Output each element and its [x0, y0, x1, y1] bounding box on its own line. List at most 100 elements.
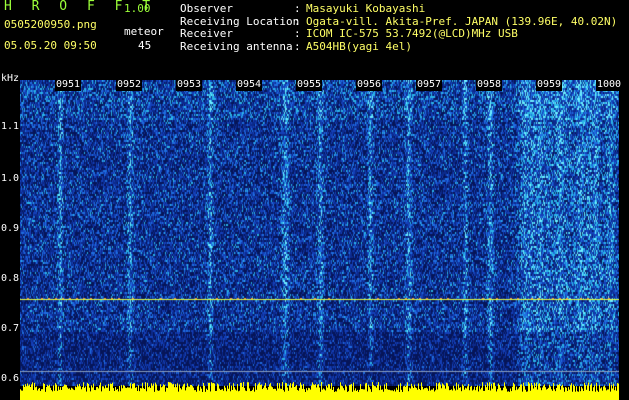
amplitude-bar	[231, 385, 232, 400]
amplitude-bar	[599, 384, 600, 400]
amplitude-bar	[358, 391, 359, 400]
amplitude-bar	[473, 389, 474, 400]
amplitude-bar	[432, 389, 433, 400]
amplitude-bar	[236, 390, 237, 400]
amplitude-bar	[463, 385, 464, 400]
amplitude-bar	[74, 390, 75, 400]
amplitude-bar	[525, 389, 526, 400]
amplitude-bar	[338, 387, 339, 400]
amplitude-bar	[206, 388, 207, 400]
amplitude-bar	[523, 382, 524, 400]
amplitude-bar	[36, 386, 37, 400]
spectrogram	[20, 80, 619, 386]
amplitude-bar	[549, 384, 550, 400]
amplitude-bar	[250, 391, 251, 400]
image-filename: 0505200950.png	[4, 18, 97, 31]
amplitude-bar	[545, 387, 546, 400]
amplitude-bar	[212, 383, 213, 400]
amplitude-bar	[501, 390, 502, 400]
amplitude-bar	[415, 387, 416, 400]
amplitude-bar	[364, 389, 365, 400]
amplitude-bar	[107, 387, 108, 400]
amplitude-bar	[485, 384, 486, 400]
amplitude-bar	[99, 385, 100, 400]
amplitude-bar	[40, 391, 41, 400]
amplitude-bar	[139, 391, 140, 400]
amplitude-bar	[282, 382, 283, 400]
amplitude-bar	[608, 389, 609, 400]
amplitude-bar	[456, 382, 457, 400]
amplitude-bar	[134, 383, 135, 400]
amplitude-bar	[103, 386, 104, 400]
time-tick: 0956	[356, 79, 383, 91]
amplitude-bar	[47, 384, 48, 400]
amplitude-bar	[443, 384, 444, 400]
amplitude-bar	[411, 383, 412, 400]
amplitude-bar	[348, 391, 349, 400]
amplitude-bar	[606, 390, 607, 400]
amplitude-bar	[570, 385, 571, 400]
amplitude-bar	[270, 383, 271, 400]
amplitude-bar	[121, 385, 122, 400]
amplitude-bar	[322, 389, 323, 400]
amplitude-bar	[331, 382, 332, 400]
amplitude-bar	[230, 391, 231, 400]
amplitude-bar	[585, 385, 586, 400]
amplitude-bar	[461, 391, 462, 400]
amplitude-bar	[375, 386, 376, 400]
amplitude-bar	[220, 390, 221, 400]
amplitude-bar	[68, 388, 69, 400]
amplitude-bar	[351, 383, 352, 400]
amplitude-bar	[66, 385, 67, 400]
amplitude-bar	[102, 386, 103, 400]
capture-datetime: 05.05.20 09:50	[4, 39, 97, 52]
amplitude-bar	[329, 384, 330, 400]
amplitude-bar	[360, 384, 361, 400]
amplitude-bar	[296, 384, 297, 400]
frequency-tick: 0.8	[1, 273, 20, 284]
amplitude-bar	[350, 384, 351, 400]
amplitude-bar	[127, 387, 128, 400]
amplitude-bar	[300, 382, 301, 400]
amplitude-bar	[274, 388, 275, 400]
amplitude-bar	[143, 388, 144, 400]
amplitude-bar	[529, 383, 530, 400]
amplitude-bar	[409, 387, 410, 400]
amplitude-bar	[229, 382, 230, 400]
amplitude-bar	[603, 386, 604, 400]
amplitude-bar	[56, 384, 57, 400]
amplitude-bar	[369, 387, 370, 400]
amplitude-bar	[417, 389, 418, 400]
amplitude-bar	[421, 382, 422, 400]
amplitude-bar	[502, 390, 503, 400]
amplitude-bar	[156, 384, 157, 400]
amplitude-bar	[225, 387, 226, 400]
amplitude-bar	[357, 389, 358, 400]
amplitude-bar	[82, 387, 83, 400]
amplitude-bar	[534, 382, 535, 400]
amplitude-bar	[604, 385, 605, 400]
amplitude-bar	[39, 387, 40, 400]
amplitude-bar	[297, 389, 298, 400]
amplitude-bar	[180, 388, 181, 400]
amplitude-bar	[442, 383, 443, 400]
amplitude-bar	[190, 384, 191, 400]
amplitude-bar	[86, 391, 87, 400]
amplitude-bar	[476, 387, 477, 400]
amplitude-bar	[566, 387, 567, 400]
amplitude-bar	[400, 383, 401, 400]
amplitude-bar	[345, 384, 346, 400]
amplitude-bar	[207, 389, 208, 400]
info-row-observer: Observer : Masayuki Kobayashi	[180, 2, 617, 16]
amplitude-bar	[362, 389, 363, 400]
amplitude-bar	[438, 383, 439, 400]
amplitude-bar	[422, 386, 423, 400]
amplitude-bar	[542, 387, 543, 400]
amplitude-bar	[359, 389, 360, 400]
amplitude-bar	[512, 386, 513, 400]
amplitude-bar	[428, 390, 429, 400]
time-tick: 0951	[55, 79, 82, 91]
amplitude-bar	[530, 390, 531, 400]
amplitude-bar	[90, 391, 91, 400]
amplitude-bar	[260, 384, 261, 400]
